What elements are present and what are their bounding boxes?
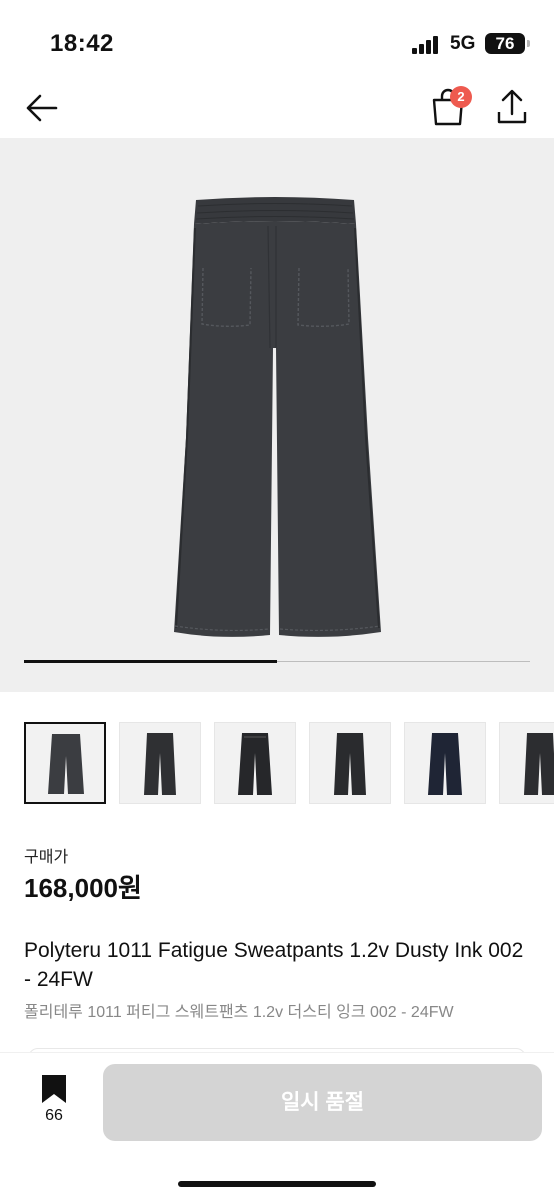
product-image [174,197,381,637]
product-title: Polyteru 1011 Fatigue Sweatpants 1.2v Du… [24,939,524,991]
thumbnail-2[interactable] [119,722,201,804]
home-indicator [178,1181,376,1187]
share-icon [497,89,527,124]
product-image-carousel[interactable] [0,138,554,692]
status-time: 18:42 [50,30,114,57]
bottom-action-bar: 66 일시 품절 [0,1052,554,1200]
thumbnail-3[interactable] [214,722,296,804]
battery-level: 76 [495,34,515,53]
carousel-progress [24,660,530,663]
thumbnail-image [334,733,366,795]
share-button[interactable] [494,86,530,126]
bookmark-icon [42,1075,66,1103]
network-type: 5G [450,33,476,54]
arrow-left-icon [26,94,58,122]
carousel-progress-fill [24,660,277,663]
thumbnail-image [524,733,554,795]
thumbnail-strip [24,722,554,806]
bookmark-button[interactable]: 66 [36,1073,72,1133]
price-label: 구매가 [24,849,69,866]
product-title-korean: 폴리테루 1011 퍼티그 스웨트팬츠 1.2v 더스티 잉크 002 - 24… [24,1004,454,1021]
cart-badge: 2 [450,86,472,108]
thumbnail-4[interactable] [309,722,391,804]
thumbnail-image [428,733,462,795]
sold-out-button[interactable]: 일시 품절 [103,1064,542,1141]
signal-icon [412,36,442,54]
thumbnail-1[interactable] [24,722,106,804]
thumbnail-image [48,734,84,794]
product-price: 168,000원 [24,873,142,903]
status-bar: 18:42 5G 76 [0,0,554,80]
thumbnail-6[interactable] [499,722,554,804]
thumbnail-5[interactable] [404,722,486,804]
battery-icon: 76 [485,33,525,54]
thumbnail-image [238,733,272,795]
thumbnail-image [144,733,176,795]
back-button[interactable] [22,88,62,128]
bookmark-count: 66 [45,1107,63,1124]
top-nav: 2 [0,80,554,138]
battery-cap [527,40,530,47]
